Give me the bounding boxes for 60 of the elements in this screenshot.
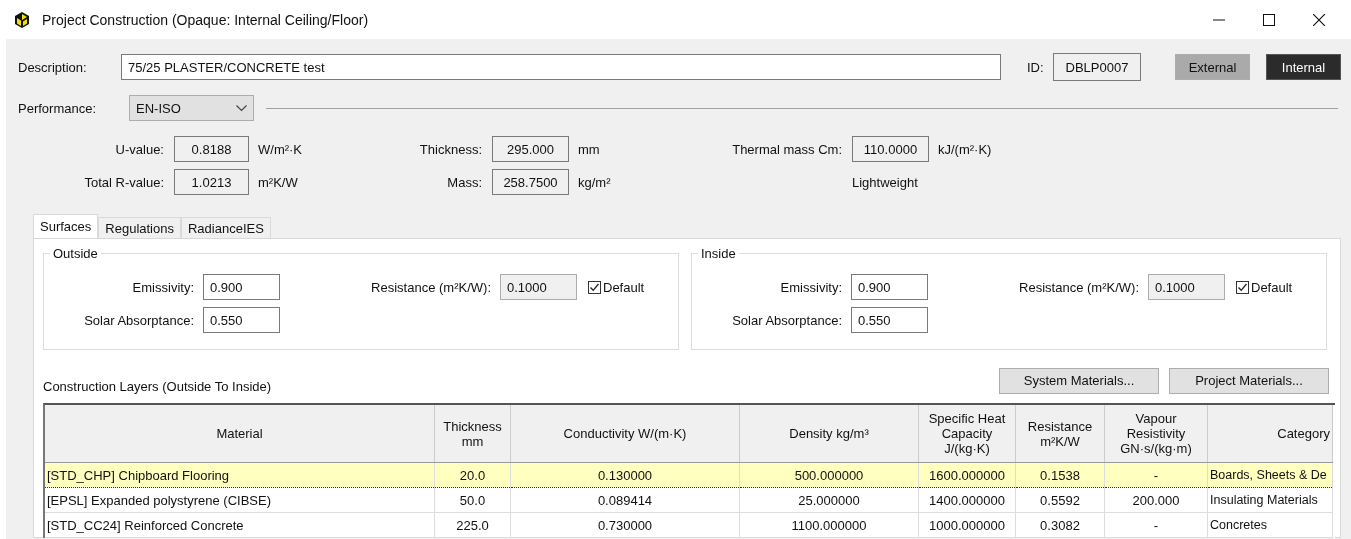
unit-label: kJ/(m²·K) [937, 141, 993, 157]
property-field: 258.7500 [492, 169, 569, 195]
mode-button[interactable]: External [1175, 54, 1250, 80]
unit-label: kg/m² [577, 174, 612, 190]
resistance-label: Resistance (m²K/W): [1018, 279, 1140, 295]
unit-label: m²K/W [257, 174, 299, 190]
field-label: Emissivity: [779, 279, 843, 295]
tab[interactable]: Regulations [98, 217, 181, 238]
default-checkbox[interactable]: Default [588, 279, 678, 295]
input-field[interactable]: 0.550 [203, 307, 280, 333]
group-title: Inside [698, 246, 739, 261]
section-title: Construction Layers (Outside To Inside) [43, 379, 272, 394]
column-header[interactable]: Specific Heat Capacity J/(kg·K) [918, 405, 1016, 463]
performance-dropdown[interactable]: EN-ISO [129, 95, 254, 121]
property-label: Thermal mass Cm: [731, 141, 843, 157]
group-title: Outside [50, 246, 101, 261]
property-label: Mass: [446, 174, 483, 190]
column-header[interactable]: Material [45, 405, 435, 463]
description-field[interactable]: 75/25 PLASTER/CONCRETE test [121, 54, 1001, 80]
input-field[interactable]: 0.900 [851, 274, 928, 300]
resistance-label: Resistance (m²K/W): [370, 279, 492, 295]
table-row[interactable]: [STD_CC24] Reinforced Concrete 225.0 0.730000 1100.000000 1000.000000 0.3082 - Concretes [45, 512, 1333, 538]
property-label: U-value: [114, 141, 165, 157]
column-header[interactable]: Density kg/m³ [739, 405, 919, 463]
property-label: Thickness: [418, 141, 483, 157]
mode-button[interactable]: Internal [1266, 54, 1341, 80]
property-field: 110.0000 [852, 136, 929, 162]
column-header[interactable]: Vapour Resistivity GN·s/(kg·m) [1104, 405, 1208, 463]
column-header[interactable]: Resistance m²K/W [1015, 405, 1105, 463]
maximize-icon [1263, 13, 1275, 26]
window-title: Project Construction (Opaque: Internal Ceiling/Floor) [42, 11, 369, 28]
performance-label: Performance: [18, 100, 98, 116]
unit-label: mm [577, 141, 601, 157]
close-icon [1313, 13, 1325, 26]
id-field: DBLP0007 [1053, 53, 1141, 81]
column-header[interactable]: Conductivity W/(m·K) [510, 405, 740, 463]
column-header[interactable]: Category [1207, 405, 1333, 463]
app-icon [15, 11, 29, 28]
tab[interactable]: RadianceIES [180, 217, 271, 238]
materials-button[interactable]: Project Materials... [1169, 367, 1329, 394]
chevron-down-icon [236, 104, 247, 112]
field-label: Emissivity: [131, 279, 195, 295]
property-label: Total R-value: [83, 174, 165, 190]
input-field[interactable]: 0.550 [851, 307, 928, 333]
table-row[interactable]: [STD_CHP] Chipboard Flooring 20.0 0.130000 500.000000 1600.000000 0.1538 - Boards, Sheets & De [45, 462, 1333, 488]
property-field: 1.0213 [174, 169, 249, 195]
column-header[interactable]: Thickness mm [434, 405, 511, 463]
tab[interactable]: Surfaces [33, 214, 99, 238]
table-row[interactable]: [EPSL] Expanded polystyrene (CIBSE) 50.0 0.089414 25.000000 1400.000000 0.5592 200.000 Insulating Materials [45, 487, 1333, 513]
input-field[interactable]: 0.900 [203, 274, 280, 300]
property-field: 0.8188 [174, 136, 249, 162]
mass-class-label: Lightweight [852, 174, 919, 190]
materials-button[interactable]: System Materials... [999, 367, 1159, 394]
default-checkbox[interactable]: Default [1236, 279, 1326, 295]
id-label: ID: [1027, 59, 1045, 75]
field-label: Solar Absorptance: [83, 312, 195, 328]
property-field: 295.000 [492, 136, 569, 162]
field-label: Solar Absorptance: [731, 312, 843, 328]
unit-label: W/m²·K [257, 141, 304, 157]
description-label: Description: [18, 59, 88, 75]
